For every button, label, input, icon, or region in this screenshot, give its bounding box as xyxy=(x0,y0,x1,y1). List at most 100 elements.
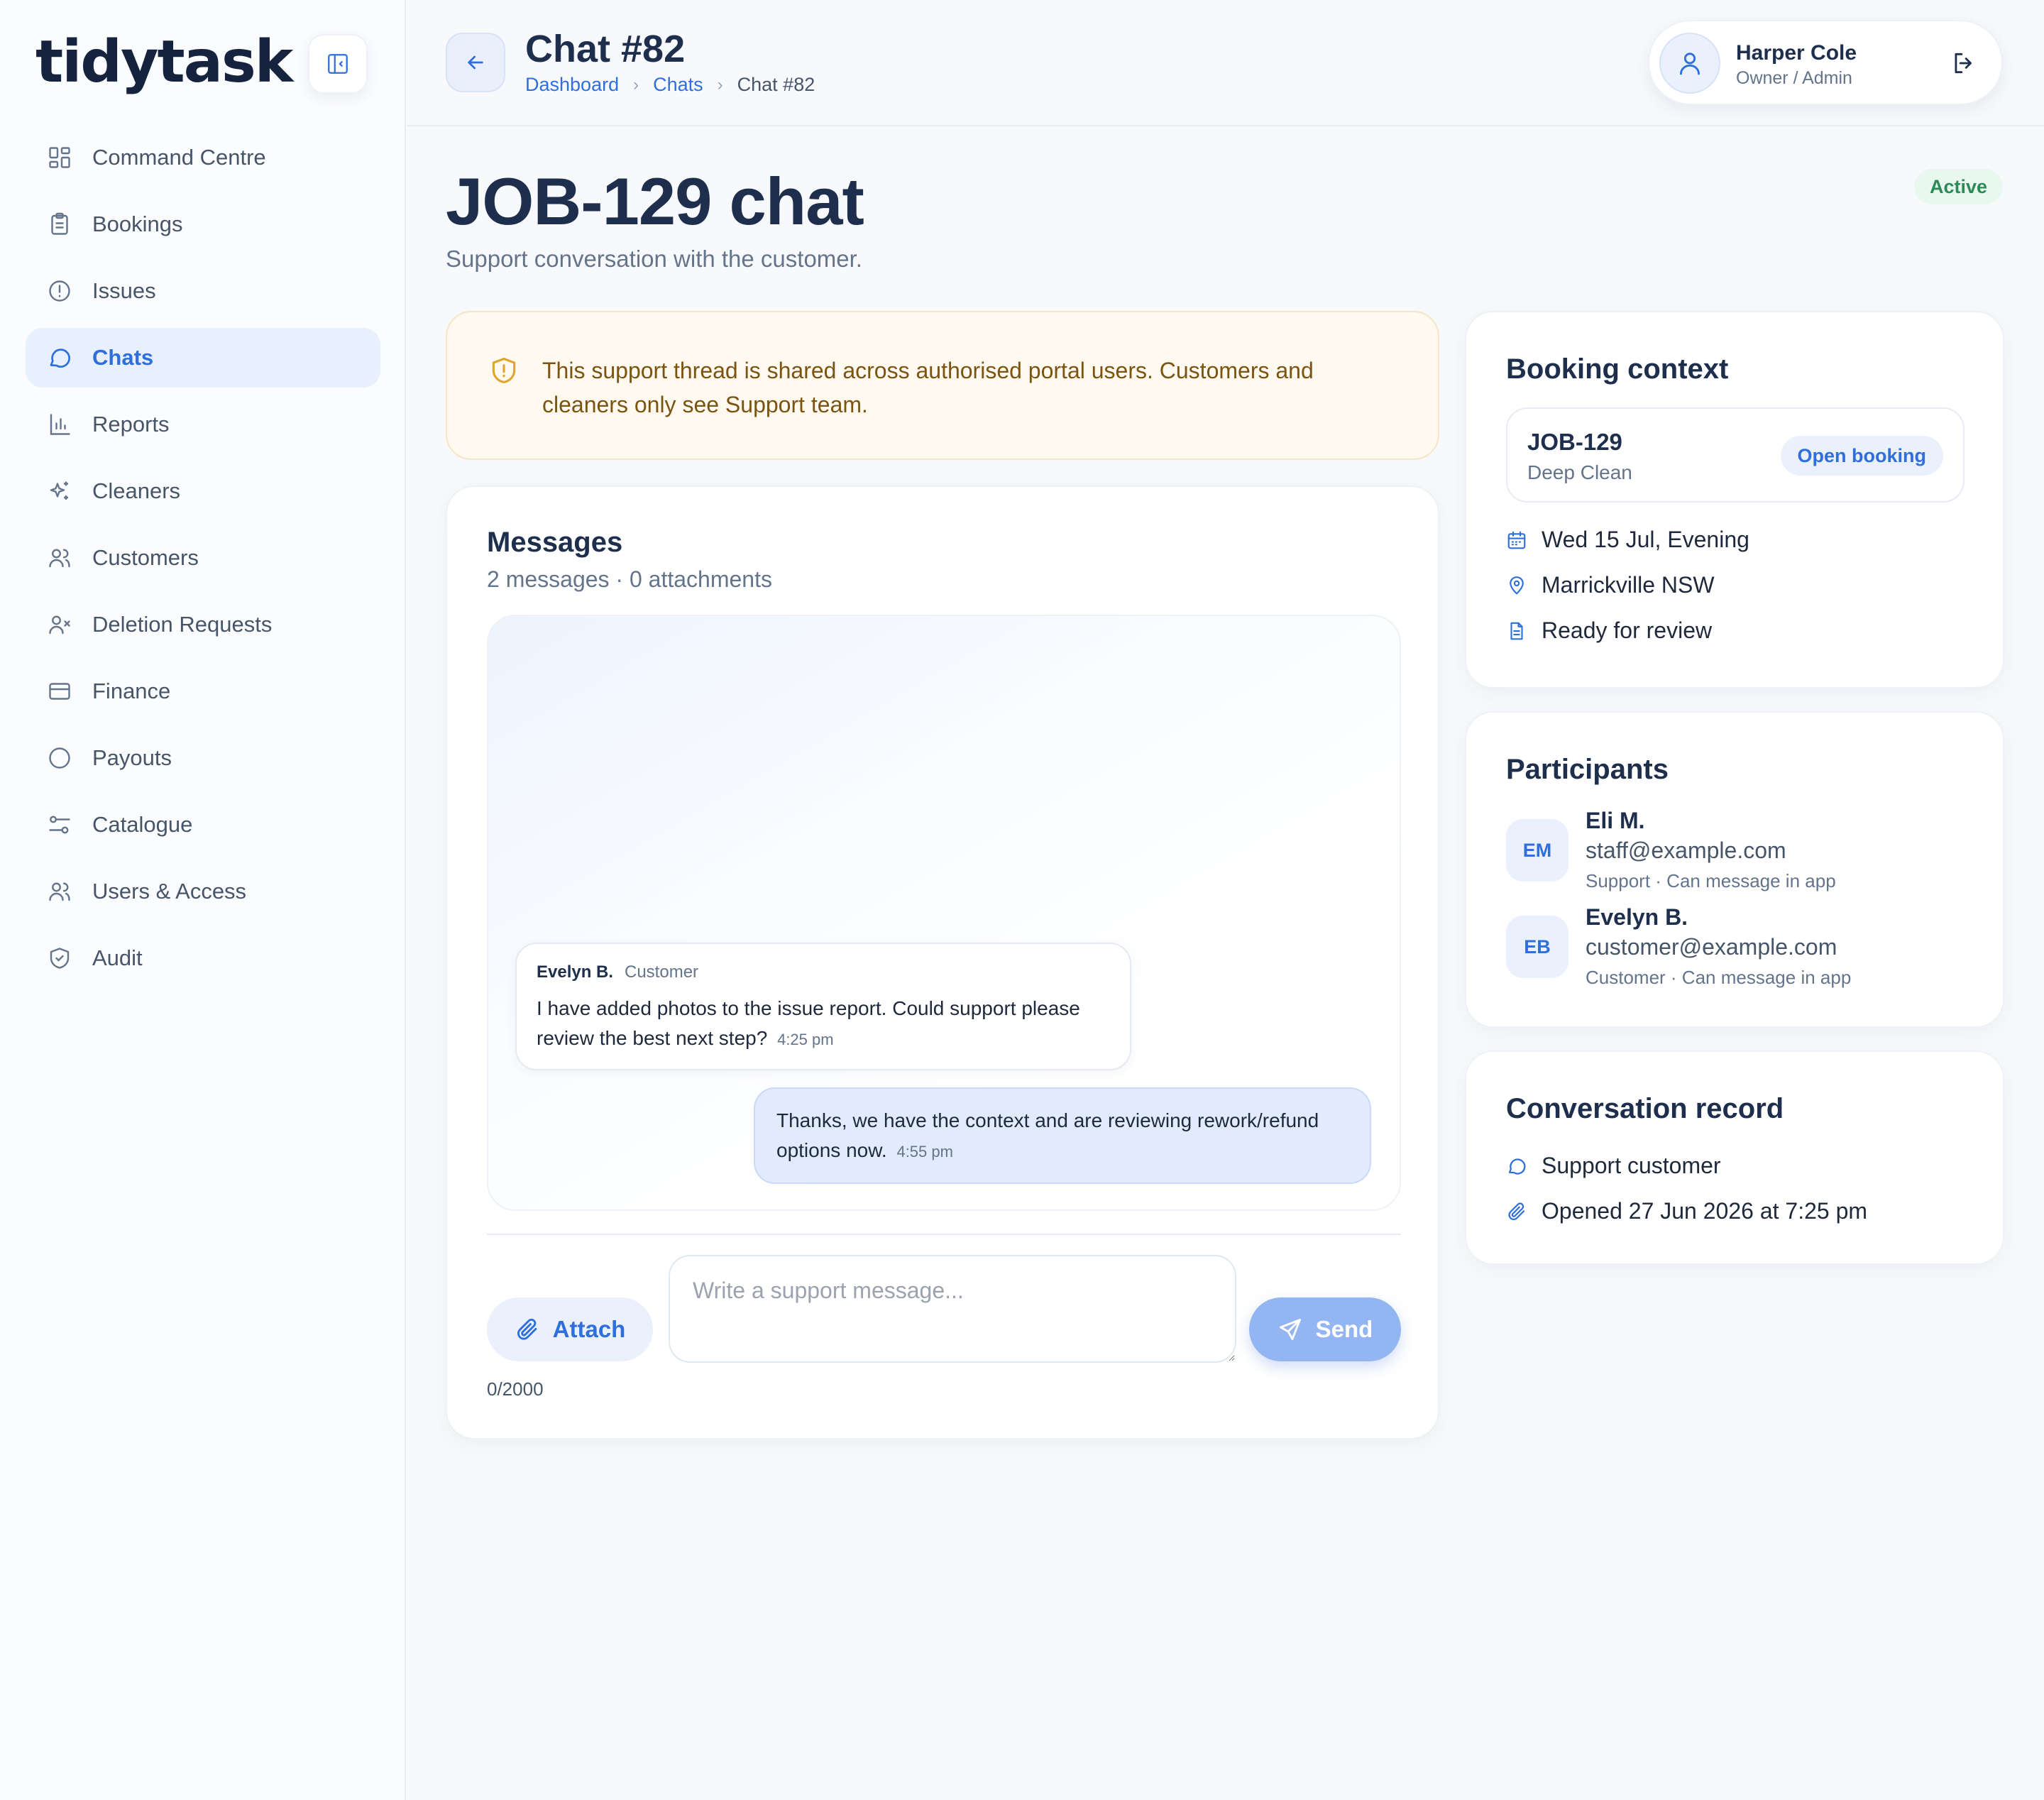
divider xyxy=(487,1234,1401,1235)
sidebar-item-label: Audit xyxy=(92,945,143,970)
collapse-sidebar-button[interactable] xyxy=(308,34,368,94)
app-frame: tidytask Command Centre Bookings Issues … xyxy=(0,0,2044,1800)
user-menu[interactable]: Harper Cole Owner / Admin xyxy=(1648,20,2003,105)
participant-row: EM Eli M. staff@example.com Support · Ca… xyxy=(1506,808,1967,904)
message-time: 4:25 pm xyxy=(777,1031,834,1048)
participant-name: Evelyn B. xyxy=(1586,904,1688,930)
participant-role: Customer · Can message in app xyxy=(1586,967,1852,988)
circle-icon xyxy=(45,744,74,772)
shield-alert-icon xyxy=(488,355,520,390)
grid-icon xyxy=(45,143,74,172)
message-body: Thanks, we have the context and are revi… xyxy=(776,1109,1319,1161)
message-time: 4:55 pm xyxy=(896,1143,953,1160)
sidebar-item-command-centre[interactable]: Command Centre xyxy=(26,128,380,187)
participants-title: Participants xyxy=(1506,754,1669,785)
sidebar-item-label: Deletion Requests xyxy=(92,612,273,637)
user-name: Harper Cole xyxy=(1736,41,1857,65)
job-summary: JOB-129 Deep Clean Open booking xyxy=(1506,407,1965,503)
sidebar-item-label: Cleaners xyxy=(92,478,181,503)
users-icon xyxy=(45,544,74,572)
sidebar-item-payouts[interactable]: Payouts xyxy=(26,728,380,788)
sidebar-item-label: Chats xyxy=(92,345,154,370)
send-icon xyxy=(1278,1317,1303,1342)
booking-date-text: Wed 15 Jul, Evening xyxy=(1542,527,1749,552)
top-bar: Chat #82 Dashboard › Chats › Chat #82 Ha… xyxy=(407,0,2044,126)
conversation-type-text: Support customer xyxy=(1542,1153,1721,1178)
message-input[interactable] xyxy=(669,1255,1236,1363)
sidebar-item-catalogue[interactable]: Catalogue xyxy=(26,795,380,855)
breadcrumb-chats[interactable]: Chats xyxy=(653,74,703,96)
send-button[interactable]: Send xyxy=(1249,1297,1401,1361)
bar-chart-icon xyxy=(45,410,74,439)
sidebar-item-label: Command Centre xyxy=(92,145,266,170)
logo[interactable]: tidytask xyxy=(35,28,293,96)
paperclip-icon xyxy=(1506,1201,1527,1222)
sidebar-item-label: Finance xyxy=(92,679,171,703)
participant-email: staff@example.com xyxy=(1586,838,1786,863)
sidebar-item-audit[interactable]: Audit xyxy=(26,928,380,988)
shared-thread-notice: This support thread is shared across aut… xyxy=(446,311,1439,460)
sidebar-item-customers[interactable]: Customers xyxy=(26,528,380,588)
clipboard-icon xyxy=(45,210,74,238)
job-id: JOB-129 xyxy=(1527,429,1622,455)
page-title: JOB-129 chat xyxy=(446,164,864,238)
sidebar-item-label: Reports xyxy=(92,412,170,437)
message-thread[interactable]: Evelyn B. Customer I have added photos t… xyxy=(487,615,1401,1211)
message-text: I have added photos to the issue report.… xyxy=(537,994,1119,1055)
calendar-icon xyxy=(1506,529,1527,551)
chat-bubble-icon xyxy=(1506,1156,1527,1177)
arrow-left-icon xyxy=(468,55,483,70)
conversation-record-card: Conversation record Support customer Ope… xyxy=(1465,1050,2004,1265)
open-booking-button[interactable]: Open booking xyxy=(1780,436,1943,476)
participant-row: EB Evelyn B. customer@example.com Custom… xyxy=(1506,904,1967,1001)
logout-icon xyxy=(1955,53,1972,74)
notice-text: This support thread is shared across aut… xyxy=(542,358,1314,417)
sidebar-item-finance[interactable]: Finance xyxy=(26,662,380,721)
booking-status-text: Ready for review xyxy=(1542,618,1713,643)
booking-location: Marrickville NSW xyxy=(1506,572,1715,598)
chat-bubble-icon xyxy=(45,344,74,372)
messages-title: Messages xyxy=(487,527,623,558)
message-outgoing: Thanks, we have the context and are revi… xyxy=(754,1087,1371,1184)
message-sender: Evelyn B. xyxy=(537,962,614,982)
map-pin-icon xyxy=(1506,575,1527,596)
sidebar-item-label: Catalogue xyxy=(92,812,193,837)
logout-button[interactable] xyxy=(1947,47,1980,79)
character-count: 0/2000 xyxy=(487,1378,544,1400)
message-sender-role: Customer xyxy=(625,962,699,982)
sidebar-item-deletion-requests[interactable]: Deletion Requests xyxy=(26,595,380,654)
sidebar-item-label: Bookings xyxy=(92,212,183,236)
message-text: Thanks, we have the context and are revi… xyxy=(776,1106,1358,1167)
breadcrumb-dashboard[interactable]: Dashboard xyxy=(525,74,619,96)
message-incoming: Evelyn B. Customer I have added photos t… xyxy=(515,943,1131,1070)
attach-button[interactable]: Attach xyxy=(487,1297,653,1361)
booking-date: Wed 15 Jul, Evening xyxy=(1506,527,1749,553)
sidebar-item-label: Issues xyxy=(92,278,156,303)
conversation-type: Support customer xyxy=(1506,1153,1721,1179)
sidebar-item-chats[interactable]: Chats xyxy=(26,328,380,388)
participants-card: Participants EM Eli M. staff@example.com… xyxy=(1465,711,2004,1028)
conversation-record-title: Conversation record xyxy=(1506,1093,1784,1124)
sidebar-item-issues[interactable]: Issues xyxy=(26,261,380,321)
sidebar-item-bookings[interactable]: Bookings xyxy=(26,194,380,254)
status-badge: Active xyxy=(1913,169,2003,204)
sidebar-item-users-access[interactable]: Users & Access xyxy=(26,862,380,921)
participant-email: customer@example.com xyxy=(1586,934,1837,960)
shield-check-icon xyxy=(45,944,74,972)
sidebar: tidytask Command Centre Bookings Issues … xyxy=(0,0,406,1800)
job-type: Deep Clean xyxy=(1527,461,1632,483)
sliders-icon xyxy=(45,811,74,839)
attach-label: Attach xyxy=(552,1316,626,1342)
breadcrumb-current: Chat #82 xyxy=(737,74,815,95)
sidebar-item-cleaners[interactable]: Cleaners xyxy=(26,461,380,521)
alert-circle-icon xyxy=(45,277,74,305)
messages-card: Messages 2 messages · 0 attachments Evel… xyxy=(446,485,1439,1439)
booking-context-card: Booking context JOB-129 Deep Clean Open … xyxy=(1465,311,2004,688)
conversation-opened-text: Opened 27 Jun 2026 at 7:25 pm xyxy=(1542,1198,1868,1224)
document-icon xyxy=(1506,620,1527,642)
participant-name: Eli M. xyxy=(1586,808,1645,833)
back-button[interactable] xyxy=(446,33,505,92)
sidebar-item-reports[interactable]: Reports xyxy=(26,395,380,454)
user-icon xyxy=(1680,53,1700,75)
sidebar-item-label: Customers xyxy=(92,545,199,570)
